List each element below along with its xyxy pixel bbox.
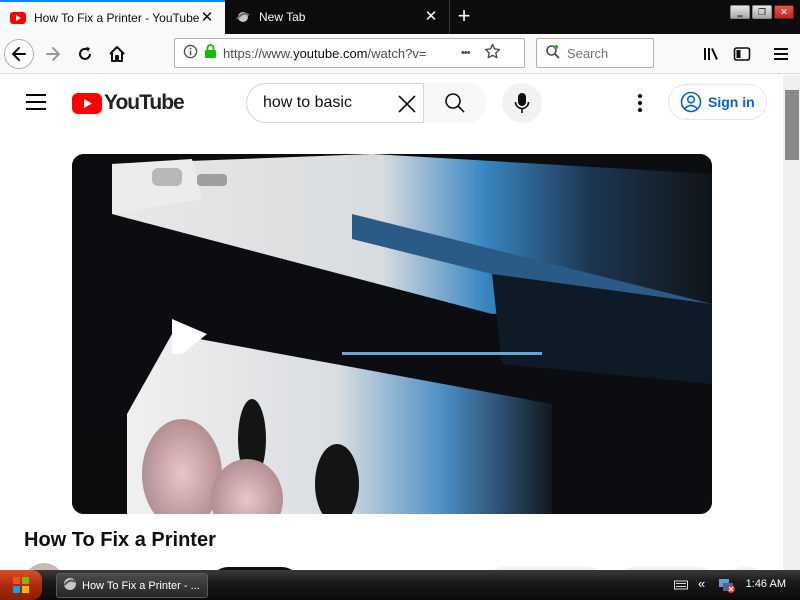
home-icon [109, 46, 125, 62]
network-alert-icon[interactable] [718, 576, 736, 599]
url-bar[interactable]: https://www.youtube.com/watch?v= ••• [174, 38, 525, 68]
youtube-logo[interactable]: YouTube [72, 91, 185, 115]
account-icon [680, 91, 702, 113]
home-button[interactable] [102, 39, 132, 69]
video-player[interactable] [72, 154, 712, 514]
tab-strip: How To Fix a Printer - YouTube ✕ New Tab… [0, 0, 800, 34]
browser-search-field[interactable]: Search [536, 38, 654, 68]
video-frame [72, 154, 712, 514]
sign-in-button[interactable]: Sign in [668, 84, 767, 120]
guide-menu-icon[interactable] [26, 94, 46, 110]
reload-icon [79, 47, 91, 60]
reload-button[interactable] [70, 39, 100, 69]
window-close-button[interactable]: ✕ [774, 5, 794, 19]
taskbar-item-label: How To Fix a Printer - ... [82, 579, 200, 592]
start-button[interactable] [0, 570, 42, 600]
back-arrow-icon [12, 47, 26, 61]
new-tab-button[interactable]: + [452, 5, 476, 29]
sidebar-icon[interactable] [731, 43, 753, 65]
youtube-header: YouTube how to basic Sign in [0, 75, 783, 131]
clear-search-icon[interactable] [395, 92, 419, 116]
system-tray: « 1:46 AM [662, 570, 800, 600]
forward-arrow-icon [46, 47, 60, 61]
taskbar-item-firefox[interactable]: How To Fix a Printer - ... [56, 573, 208, 598]
scrollbar-thumb[interactable] [785, 90, 799, 160]
clock[interactable]: 1:46 AM [746, 578, 786, 590]
window-controls: ‗ ❐ ✕ [730, 5, 794, 19]
library-icon[interactable] [700, 43, 722, 65]
tab-close-icon[interactable]: ✕ [199, 10, 215, 26]
channel-avatar[interactable] [24, 563, 64, 570]
menu-icon[interactable] [770, 43, 792, 65]
tab-close-icon[interactable]: ✕ [423, 9, 439, 25]
settings-menu-icon[interactable] [630, 91, 650, 115]
tab-title: How To Fix a Printer - YouTube [34, 11, 199, 25]
keyboard-icon[interactable] [674, 578, 688, 596]
bookmark-star-icon[interactable] [484, 43, 501, 63]
tab-new-tab[interactable]: New Tab ✕ [225, 0, 450, 34]
tab-youtube[interactable]: How To Fix a Printer - YouTube ✕ [0, 0, 225, 34]
youtube-logo-icon [72, 92, 102, 114]
forward-button[interactable] [38, 39, 68, 69]
taskbar: How To Fix a Printer - ... « 1:46 AM [0, 570, 800, 600]
youtube-wordmark: YouTube [104, 91, 185, 114]
nav-toolbar: https://www.youtube.com/watch?v= ••• Sea… [0, 34, 800, 74]
url-text[interactable]: https://www.youtube.com/watch?v= [223, 46, 455, 61]
lock-icon[interactable] [204, 44, 217, 62]
search-button[interactable] [423, 83, 486, 123]
url-host: youtube.com [293, 45, 368, 61]
channel-row [24, 563, 784, 570]
url-prefix: https://www. [223, 45, 294, 61]
youtube-page: YouTube how to basic Sign in How To Fix … [0, 75, 800, 570]
sign-in-label: Sign in [708, 94, 755, 110]
youtube-favicon-icon [10, 10, 26, 26]
windows-logo-icon [13, 577, 29, 593]
search-query[interactable]: how to basic [263, 94, 352, 112]
restore-button[interactable]: ❐ [752, 5, 772, 19]
page-actions-icon[interactable]: ••• [461, 47, 471, 59]
url-path: /watch?v= [367, 45, 427, 61]
info-icon[interactable] [183, 44, 198, 62]
firefox-icon [63, 577, 77, 594]
video-title: How To Fix a Printer [24, 529, 216, 551]
voice-search-button[interactable] [502, 83, 542, 123]
back-button[interactable] [4, 39, 34, 69]
page-scrollbar[interactable] [783, 75, 800, 570]
search-icon [445, 93, 465, 113]
microphone-icon [514, 93, 530, 113]
search-placeholder: Search [567, 45, 609, 61]
show-hidden-icons-button[interactable]: « [698, 576, 705, 591]
tab-title: New Tab [259, 10, 306, 24]
youtube-search-box[interactable]: how to basic [246, 83, 486, 123]
search-engine-icon [545, 44, 561, 63]
newtab-favicon-icon [235, 9, 251, 25]
minimize-button[interactable]: ‗ [730, 5, 750, 19]
